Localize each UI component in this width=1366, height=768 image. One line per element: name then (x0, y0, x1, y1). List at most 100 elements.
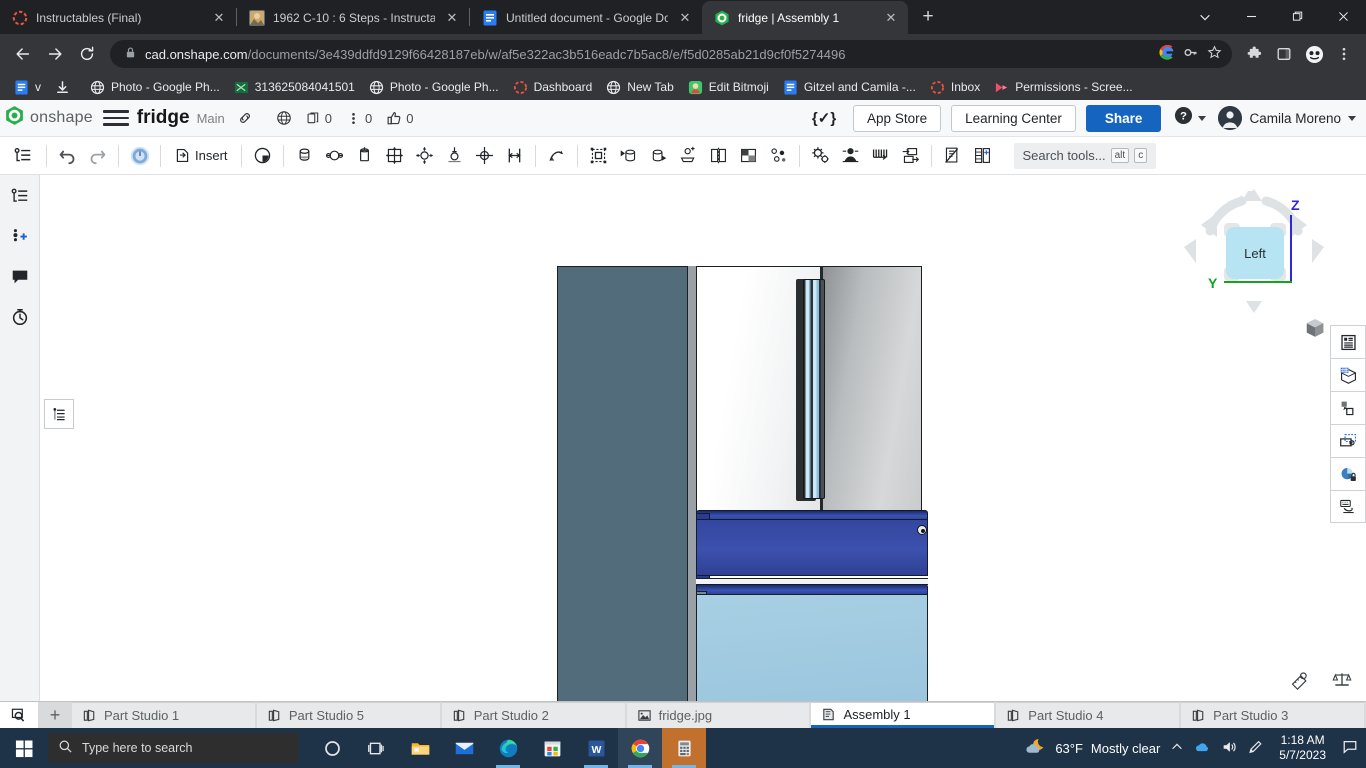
doc-tab-part-studio-5[interactable]: Part Studio 5 (257, 702, 440, 728)
reload-icon[interactable] (72, 39, 102, 69)
revolute-mate-icon[interactable] (290, 141, 319, 171)
calculator-icon[interactable] (662, 728, 706, 768)
weather-widget[interactable]: 63°F Mostly clear (1024, 736, 1160, 760)
bookmark-item-8[interactable]: Gitzel and Camila -... (777, 78, 922, 97)
planar-mate-icon[interactable] (380, 141, 409, 171)
group-icon[interactable] (584, 141, 613, 171)
bookmark-item-10[interactable]: Permissions - Scree... (988, 78, 1138, 97)
copies-stat[interactable]: 0 (306, 111, 332, 126)
close-icon[interactable]: ✕ (443, 9, 461, 27)
profile-avatar-icon[interactable] (1300, 40, 1328, 68)
chevron-down-icon[interactable] (1348, 116, 1356, 121)
add-instance-icon[interactable] (6, 223, 34, 251)
motion-study-icon[interactable] (866, 141, 895, 171)
in-out-context-icon[interactable] (896, 141, 925, 171)
bom-panel-icon[interactable] (1330, 325, 1366, 358)
chrome-menu-icon[interactable] (1330, 40, 1358, 68)
history-icon[interactable] (248, 141, 277, 171)
doc-tab-assembly-1[interactable]: Assembly 1 (811, 702, 994, 728)
slider-mate-icon[interactable] (470, 141, 499, 171)
assembly-list-icon[interactable] (6, 141, 40, 171)
document-branch[interactable]: Main (197, 111, 225, 126)
task-view-icon[interactable] (354, 728, 398, 768)
file-explorer-icon[interactable] (398, 728, 442, 768)
cylindrical-mate-icon[interactable] (350, 141, 379, 171)
close-icon[interactable]: ✕ (676, 9, 694, 27)
app-store-button[interactable]: App Store (853, 105, 941, 132)
bookmark-star-icon[interactable] (1207, 45, 1222, 63)
simulation-icon[interactable] (836, 141, 865, 171)
browser-tab-3[interactable]: fridge | Assembly 1 ✕ (702, 1, 908, 34)
pen-icon[interactable] (1247, 739, 1263, 758)
add-tab-button[interactable]: + (38, 702, 72, 728)
close-icon[interactable]: ✕ (882, 9, 900, 27)
copy-paste-icon[interactable] (1330, 391, 1366, 424)
bookmark-item-0[interactable]: v (8, 78, 47, 97)
side-panel-icon[interactable] (1270, 40, 1298, 68)
measure-icon[interactable] (1290, 670, 1310, 695)
insert-part-icon[interactable] (674, 141, 703, 171)
tab-search-chevron-icon[interactable] (1182, 0, 1228, 33)
word-icon[interactable]: W (574, 728, 618, 768)
view-home-cube-icon[interactable] (1304, 317, 1326, 344)
ball-mate-icon[interactable] (410, 141, 439, 171)
new-tab-button[interactable]: + (914, 3, 942, 31)
user-menu[interactable]: Camila Moreno (1218, 106, 1356, 130)
close-icon[interactable]: ✕ (210, 9, 228, 27)
comment-icon[interactable] (6, 263, 34, 291)
show-hidden-icons-chevron[interactable] (1170, 740, 1184, 757)
volume-icon[interactable] (1221, 739, 1237, 758)
bookmark-item-4[interactable]: Photo - Google Ph... (363, 78, 505, 97)
browser-tab-0[interactable]: Instructables (Final) ✕ (0, 1, 236, 34)
mate-connector-icon[interactable] (542, 141, 571, 171)
3d-viewport[interactable]: Left Z Y (40, 175, 1366, 701)
display-state-icon[interactable] (734, 141, 763, 171)
link-icon[interactable] (231, 103, 260, 133)
document-title[interactable]: fridge (137, 107, 190, 129)
browser-tab-2[interactable]: Untitled document - Google Doc ✕ (470, 1, 702, 34)
onedrive-icon[interactable] (1194, 739, 1211, 757)
bom-table-icon[interactable] (968, 141, 997, 171)
tab-search-icon[interactable] (0, 702, 38, 728)
mirror-part-icon[interactable] (704, 141, 733, 171)
bookmark-item-9[interactable]: Inbox (924, 78, 986, 97)
minimize-button[interactable] (1228, 0, 1274, 33)
appearance-lock-icon[interactable] (1330, 457, 1366, 490)
search-tools-box[interactable]: Search tools... alt c (1014, 143, 1157, 169)
share-button[interactable]: Share (1086, 105, 1162, 132)
display-state-panel-icon[interactable] (1330, 424, 1366, 457)
address-bar[interactable]: cad.onshape.com/documents/3e439ddfd9129f… (110, 40, 1232, 68)
edge-icon[interactable] (486, 728, 530, 768)
view-cube-face-left[interactable]: Left (1226, 227, 1284, 279)
likes-stat[interactable]: 0 (386, 110, 413, 126)
bookmark-item-5[interactable]: Dashboard (507, 78, 599, 97)
bookmark-item-7[interactable]: Edit Bitmoji (682, 78, 775, 97)
pin-slot-mate-icon[interactable] (440, 141, 469, 171)
feature-list-icon[interactable] (6, 183, 34, 211)
redo-icon[interactable] (83, 141, 112, 171)
history-clock-icon[interactable] (6, 303, 34, 331)
bookmark-item-1[interactable] (49, 78, 82, 97)
feature-tree-toggle[interactable] (44, 399, 74, 429)
undo-icon[interactable] (53, 141, 82, 171)
transform-icon[interactable] (644, 141, 673, 171)
mail-icon[interactable] (442, 728, 486, 768)
fastened-mate-icon[interactable] (320, 141, 349, 171)
password-key-icon[interactable] (1183, 45, 1198, 63)
learning-center-button[interactable]: Learning Center (951, 105, 1076, 132)
help-menu[interactable]: ? (1174, 106, 1206, 130)
taskbar-search-input[interactable]: Type here to search (48, 733, 298, 763)
onshape-logo[interactable]: onshape (4, 105, 93, 131)
mass-properties-icon[interactable] (1332, 670, 1352, 695)
hide-bom-icon[interactable] (938, 141, 967, 171)
forward-arrow-icon[interactable] (40, 39, 70, 69)
configure-gears-icon[interactable] (806, 141, 835, 171)
windows-start-icon[interactable] (0, 728, 48, 768)
main-menu-button[interactable] (103, 105, 129, 131)
featurescript-icon[interactable]: {✓} (807, 103, 841, 133)
extensions-puzzle-icon[interactable] (1240, 40, 1268, 68)
bookmark-item-2[interactable]: Photo - Google Ph... (84, 78, 226, 97)
exploded-view-icon[interactable] (764, 141, 793, 171)
help-icon[interactable]: ? (1174, 106, 1193, 130)
refrigerator-model[interactable] (557, 261, 930, 701)
